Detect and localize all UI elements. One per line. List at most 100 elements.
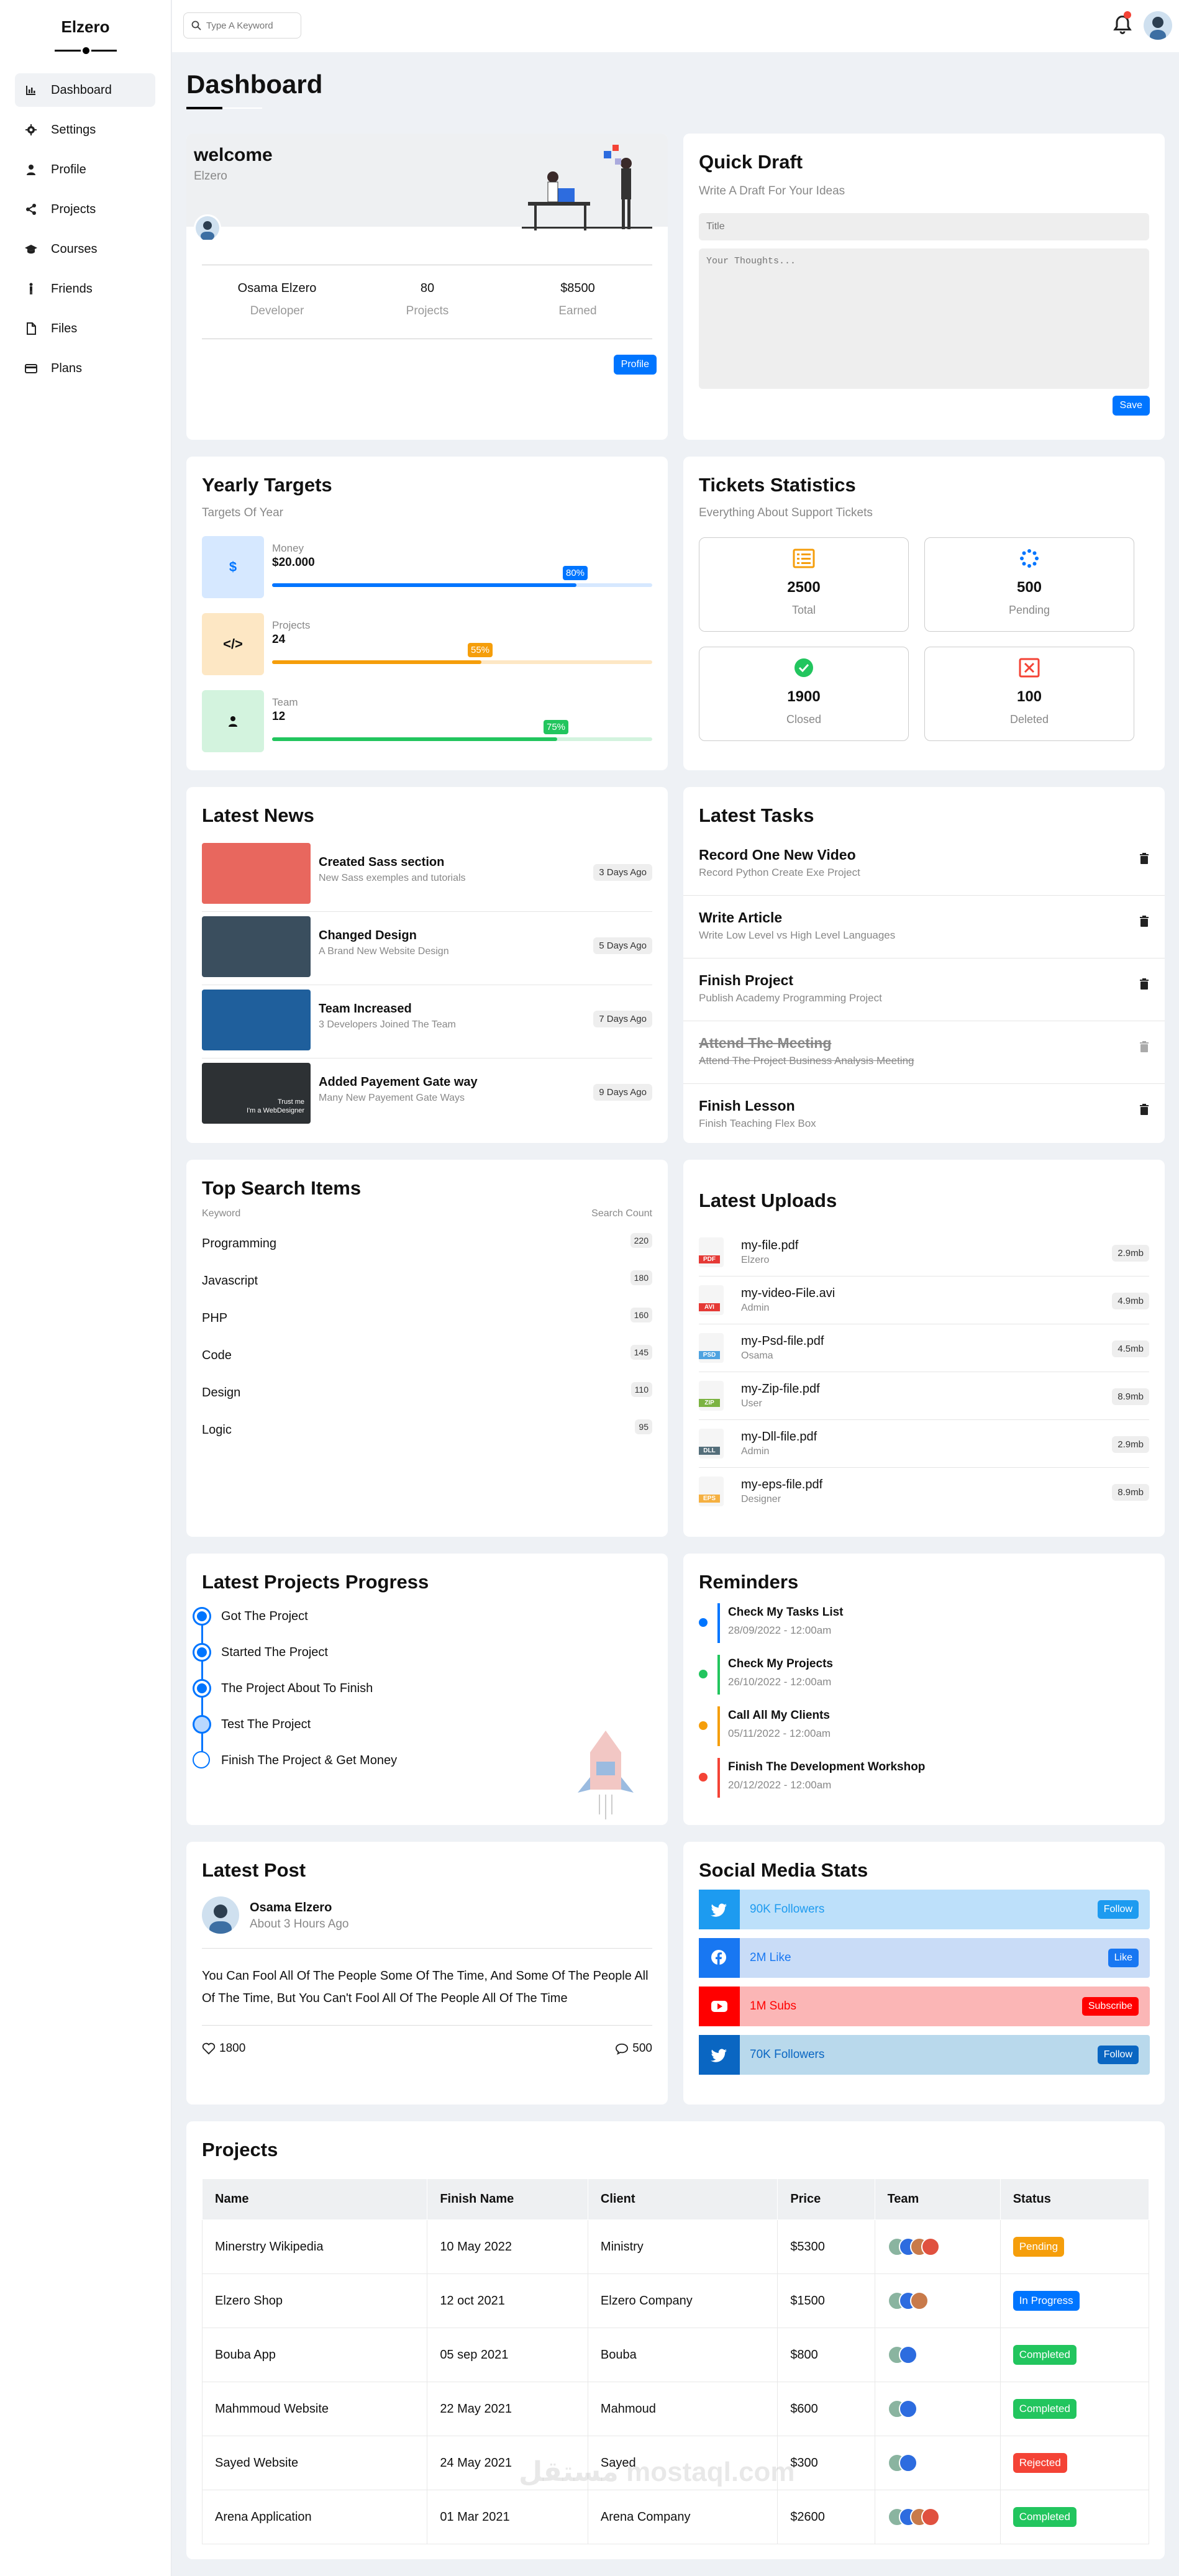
sidebar-item-dashboard[interactable]: Dashboard xyxy=(15,73,155,107)
search-keyword[interactable]: PHP xyxy=(202,1311,227,1326)
reminder-date: 20/12/2022 - 12:00am xyxy=(728,1779,832,1791)
cell-team xyxy=(874,2273,1001,2328)
team-member-avatar[interactable] xyxy=(898,2346,917,2364)
news-date: 9 Days Ago xyxy=(593,1084,652,1101)
upload-file-name[interactable]: my-eps-file.pdf xyxy=(741,1478,822,1492)
upload-file-name[interactable]: my-Dll-file.pdf xyxy=(741,1430,817,1444)
heart-icon xyxy=(202,2042,216,2055)
cell-team xyxy=(874,2436,1001,2490)
social-follow-button[interactable]: Follow xyxy=(1097,1900,1139,1919)
tickets-title: Tickets Statistics xyxy=(699,474,856,496)
target-progress-track: 55% xyxy=(272,643,652,664)
upload-size: 8.9mb xyxy=(1112,1484,1149,1501)
column-header-price[interactable]: Price xyxy=(777,2178,875,2220)
latest-tasks-title: Latest Tasks xyxy=(699,804,814,826)
draft-title-input[interactable] xyxy=(699,213,1149,240)
target-value: 12 xyxy=(272,710,286,723)
team-member-avatar[interactable] xyxy=(898,2400,917,2418)
team-member-avatar[interactable] xyxy=(909,2292,929,2310)
target-value: 24 xyxy=(272,633,286,646)
social-like-button[interactable]: Like xyxy=(1108,1949,1139,1967)
comments-count: 500 xyxy=(632,2042,652,2055)
task-delete-button[interactable] xyxy=(1139,978,1149,993)
column-header-team[interactable]: Team xyxy=(874,2178,1001,2220)
news-title[interactable]: Added Payement Gate way xyxy=(319,1075,478,1090)
search-keyword[interactable]: Design xyxy=(202,1386,240,1400)
team-member-avatar[interactable] xyxy=(898,2454,917,2472)
table-row[interactable]: Mahmmoud Website 22 May 2021 Mahmoud $600 Co… xyxy=(201,2382,1150,2436)
news-description: Many New Payement Gate Ways xyxy=(319,1093,465,1103)
ticket-stat-total: 2500 Total xyxy=(699,537,909,632)
sidebar-item-plans[interactable]: Plans xyxy=(15,352,155,385)
search-keyword[interactable]: Javascript xyxy=(202,1274,258,1288)
post-comments[interactable]: 500 xyxy=(615,2042,652,2055)
news-title[interactable]: Changed Design xyxy=(319,929,417,943)
user-role: Developer xyxy=(250,304,304,317)
column-header-client[interactable]: Client xyxy=(587,2178,778,2220)
task-delete-button[interactable] xyxy=(1139,1104,1149,1119)
post-likes[interactable]: 1800 xyxy=(202,2042,245,2055)
search-keyword[interactable]: Code xyxy=(202,1349,232,1363)
upload-file-name[interactable]: my-file.pdf xyxy=(741,1239,798,1253)
team-member-avatar[interactable] xyxy=(921,2508,940,2526)
column-header-finish-name[interactable]: Finish Name xyxy=(427,2178,588,2220)
projects-progress-title: Latest Projects Progress xyxy=(202,1571,429,1593)
sidebar-item-label: Courses xyxy=(51,242,98,256)
graduation-cap-icon xyxy=(25,245,37,254)
cell-team xyxy=(874,2382,1001,2436)
top-search-title: Top Search Items xyxy=(202,1177,362,1199)
topbar xyxy=(172,0,1179,52)
social-stat-text: 70K Followers xyxy=(750,2048,825,2061)
search-input[interactable] xyxy=(206,20,293,31)
table-row[interactable]: Arena Application 01 Mar 2021 Arena Compan… xyxy=(201,2490,1150,2544)
sidebar-item-settings[interactable]: Settings xyxy=(15,113,155,147)
sidebar-item-files[interactable]: Files xyxy=(15,312,155,345)
post-author[interactable]: Osama Elzero xyxy=(250,1901,332,1915)
team-member-avatar[interactable] xyxy=(921,2237,940,2256)
ticket-value: 500 xyxy=(1016,579,1042,596)
search-keyword[interactable]: Programming xyxy=(202,1237,276,1251)
sidebar-item-projects[interactable]: Projects xyxy=(15,193,155,226)
trash-icon xyxy=(1140,916,1149,927)
brand-dot xyxy=(81,45,91,56)
social-subscribe-button[interactable]: Subscribe xyxy=(1081,1997,1139,2016)
social-stat-text: 1M Subs xyxy=(750,2000,796,2013)
social-follow-button[interactable]: Follow xyxy=(1097,2046,1139,2064)
table-row[interactable]: Elzero Shop 12 oct 2021 Elzero Company $150… xyxy=(201,2273,1150,2328)
yearly-targets-title: Yearly Targets xyxy=(202,474,332,496)
reminder-dot xyxy=(699,1670,708,1678)
post-text: You Can Fool All Of The People Some Of T… xyxy=(202,1969,649,2005)
task-delete-button[interactable] xyxy=(1139,916,1149,931)
upload-file-name[interactable]: my-Zip-file.pdf xyxy=(741,1382,820,1396)
ticket-stat-deleted: 100 Deleted xyxy=(924,647,1134,741)
task-title: Attend The Meeting xyxy=(699,1035,832,1051)
save-button[interactable]: Save xyxy=(1112,396,1150,416)
draft-body-input[interactable] xyxy=(699,248,1149,389)
task-delete-button[interactable] xyxy=(1139,1041,1149,1056)
news-title[interactable]: Team Increased xyxy=(319,1002,412,1016)
user-avatar[interactable] xyxy=(1144,11,1172,40)
sidebar-item-profile[interactable]: Profile xyxy=(15,153,155,186)
news-title[interactable]: Created Sass section xyxy=(319,855,444,870)
column-header-status[interactable]: Status xyxy=(999,2178,1150,2220)
table-row[interactable]: Minerstry Wikipedia 10 May 2022 Ministry $5… xyxy=(201,2219,1150,2274)
search-keyword[interactable]: Logic xyxy=(202,1423,232,1437)
sidebar-item-courses[interactable]: Courses xyxy=(15,232,155,266)
profile-button[interactable]: Profile xyxy=(613,355,657,375)
upload-size: 2.9mb xyxy=(1112,1245,1149,1262)
tickets-card: Tickets Statistics Everything About Supp… xyxy=(683,457,1165,770)
search-box[interactable] xyxy=(183,12,301,39)
upload-file-name[interactable]: my-Psd-file.pdf xyxy=(741,1334,824,1349)
reminder-bar xyxy=(717,1603,720,1643)
cell-price: $1500 xyxy=(777,2273,875,2328)
divider xyxy=(683,1083,1165,1084)
column-header-name[interactable]: Name xyxy=(201,2178,428,2220)
upload-size: 8.9mb xyxy=(1112,1388,1149,1405)
title-underline-light xyxy=(222,107,262,109)
sidebar-item-friends[interactable]: Friends xyxy=(15,272,155,306)
upload-file-name[interactable]: my-video-File.avi xyxy=(741,1286,835,1301)
search-count: 220 xyxy=(630,1233,652,1248)
task-delete-button[interactable] xyxy=(1139,853,1149,868)
cell-client: Bouba xyxy=(587,2328,778,2382)
table-row[interactable]: Bouba App 05 sep 2021 Bouba $800 Completed xyxy=(201,2328,1150,2382)
